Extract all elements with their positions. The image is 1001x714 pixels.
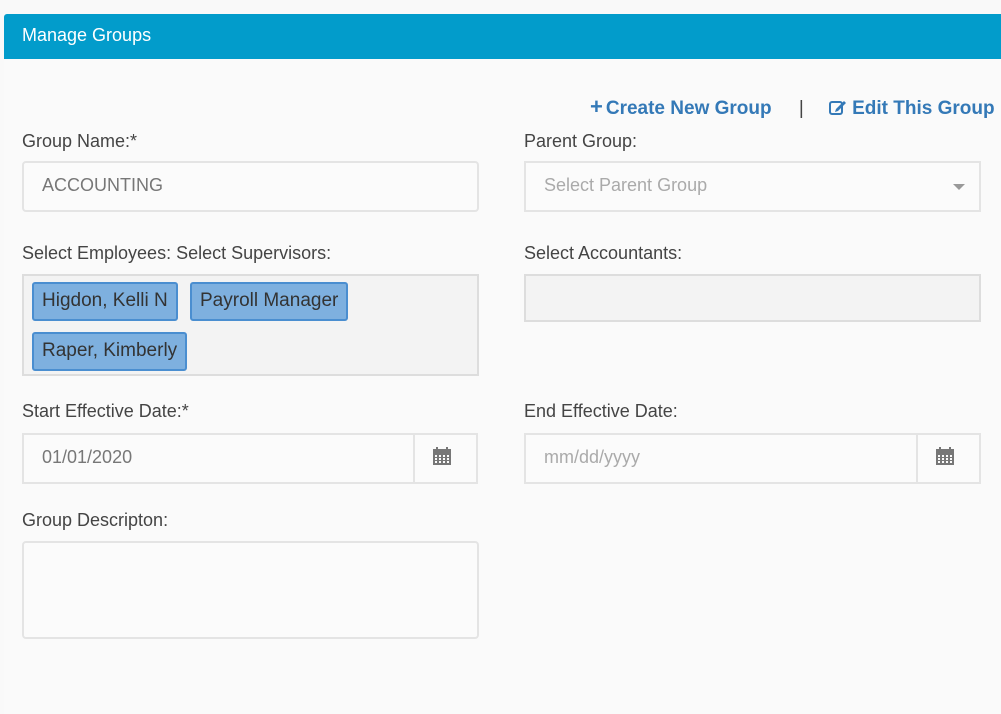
parent-group-select[interactable]: Select Parent Group	[524, 161, 981, 212]
end-date-input[interactable]: mm/dd/yyyy	[524, 433, 981, 484]
parent-group-label: Parent Group:	[524, 131, 638, 151]
manage-groups-panel: Manage Groups + Create New Group | Edit T…	[4, 14, 1001, 714]
calendar-icon	[433, 447, 451, 465]
selected-employee-tag[interactable]: Raper, Kimberly	[32, 332, 188, 371]
calendar-icon	[936, 447, 954, 465]
panel-title: Manage Groups	[22, 25, 152, 45]
edit-icon	[829, 101, 847, 115]
create-new-group-label: Create New Group	[605, 98, 772, 119]
chevron-down-icon	[953, 184, 965, 190]
description-textarea[interactable]	[22, 541, 479, 639]
group-name-label: Group Name:*	[22, 131, 138, 151]
start-date-input[interactable]: 01/01/2020	[22, 433, 478, 484]
accountants-multiselect[interactable]	[524, 274, 981, 322]
end-date-label: End Effective Date:	[524, 401, 678, 421]
end-date-calendar-button[interactable]	[916, 435, 979, 482]
start-date-value: 01/01/2020	[42, 447, 133, 467]
parent-group-placeholder: Select Parent Group	[544, 175, 708, 195]
create-new-group-link[interactable]: + Create New Group	[590, 94, 777, 119]
actions-separator: |	[798, 98, 804, 119]
accountants-label: Select Accountants:	[524, 243, 683, 263]
group-name-value: ACCOUNTING	[42, 175, 163, 195]
group-actions: + Create New Group | Edit This Group	[590, 94, 995, 120]
end-date-placeholder: mm/dd/yyyy	[544, 447, 641, 467]
selected-employee-tag[interactable]: Higdon, Kelli N	[32, 282, 178, 321]
panel-header: Manage Groups	[4, 14, 1001, 59]
plus-icon: +	[590, 94, 603, 119]
start-date-label: Start Effective Date:*	[22, 401, 189, 421]
description-label: Group Descripton:	[22, 510, 169, 530]
selected-employee-tag[interactable]: Payroll Manager	[190, 282, 349, 321]
group-name-input[interactable]: ACCOUNTING	[22, 161, 479, 212]
start-date-calendar-button[interactable]	[413, 435, 476, 482]
employees-multiselect[interactable]: Higdon, Kelli N Payroll Manager Raper, K…	[22, 274, 479, 376]
edit-this-group-label: Edit This Group	[852, 98, 995, 119]
edit-this-group-link[interactable]: Edit This Group	[829, 98, 995, 119]
employees-label: Select Employees: Select Supervisors:	[22, 243, 332, 263]
